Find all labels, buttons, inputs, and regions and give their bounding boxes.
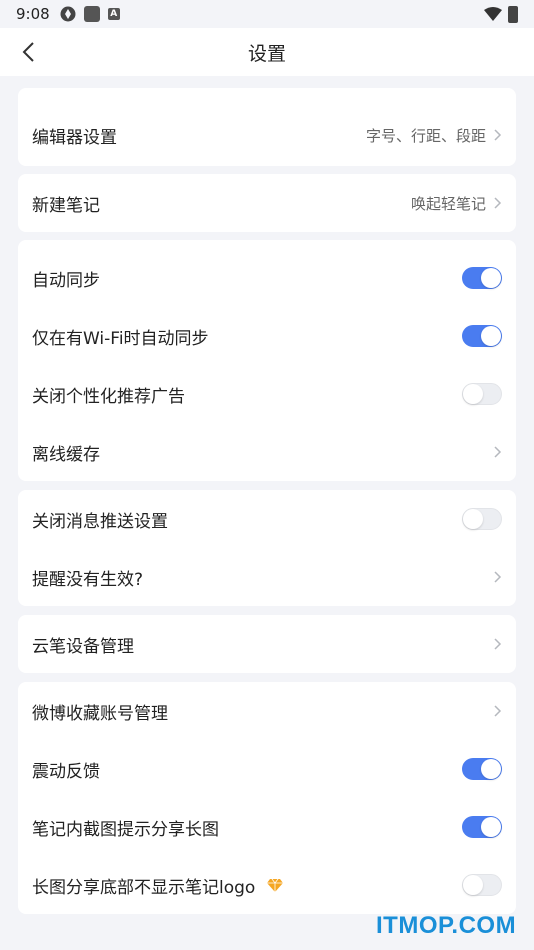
editor-settings-row[interactable]: 编辑器设置 字号、行距、段距	[18, 106, 516, 164]
ads-toggle[interactable]	[462, 383, 502, 405]
chevron-right-icon	[494, 571, 502, 583]
toggle-knob	[481, 326, 501, 346]
push-label: 关闭消息推送设置	[32, 511, 168, 532]
chevron-right-icon	[494, 446, 502, 458]
card-editor: 编辑器设置 字号、行距、段距	[18, 88, 516, 166]
toggle-knob	[481, 759, 501, 779]
reminder-row[interactable]: 提醒没有生效?	[18, 548, 516, 606]
push-toggle[interactable]	[462, 508, 502, 530]
offline-cache-label: 离线缓存	[32, 444, 100, 465]
reminder-label: 提醒没有生效?	[32, 569, 144, 590]
toggle-knob	[463, 384, 483, 404]
vibration-row: 震动反馈	[18, 740, 516, 798]
screenshot-row: 笔记内截图提示分享长图	[18, 798, 516, 856]
wifi-sync-toggle[interactable]	[462, 325, 502, 347]
logo-toggle[interactable]	[462, 874, 502, 896]
weibo-label: 微博收藏账号管理	[32, 703, 168, 724]
card-misc: 微博收藏账号管理 震动反馈 笔记内截图提示分享长图 长图分享底部不显示笔记log…	[18, 682, 516, 914]
card-sync: 自动同步 仅在有Wi-Fi时自动同步 关闭个性化推荐广告 离线缓存	[18, 240, 516, 481]
wifi-sync-row: 仅在有Wi-Fi时自动同步	[18, 307, 516, 365]
ads-row: 关闭个性化推荐广告	[18, 365, 516, 423]
screenshot-label: 笔记内截图提示分享长图	[32, 819, 219, 840]
device-row[interactable]: 云笔设备管理	[18, 615, 516, 673]
new-note-label: 新建笔记	[32, 195, 100, 216]
auto-sync-toggle[interactable]	[462, 267, 502, 289]
card-new-note: 新建笔记 唤起轻笔记	[18, 174, 516, 232]
screenshot-toggle[interactable]	[462, 816, 502, 838]
back-button[interactable]	[14, 38, 42, 66]
app-status-icon	[60, 6, 76, 22]
card-device: 云笔设备管理	[18, 615, 516, 673]
toggle-knob	[481, 817, 501, 837]
new-note-value: 唤起轻笔记	[410, 194, 486, 213]
auto-sync-label: 自动同步	[32, 270, 100, 291]
notification-a-icon: A	[107, 8, 120, 20]
device-label: 云笔设备管理	[32, 636, 134, 657]
editor-settings-label: 编辑器设置	[32, 127, 117, 148]
logo-row: 长图分享底部不显示笔记logo	[18, 856, 516, 914]
vibration-label: 震动反馈	[32, 761, 100, 782]
battery-icon	[508, 5, 518, 23]
status-bar: 9:08 A	[0, 0, 534, 28]
auto-sync-row: 自动同步	[18, 249, 516, 307]
chevron-right-icon	[494, 705, 502, 717]
weibo-row[interactable]: 微博收藏账号管理	[18, 682, 516, 740]
wifi-sync-label: 仅在有Wi-Fi时自动同步	[32, 328, 209, 349]
push-row: 关闭消息推送设置	[18, 490, 516, 548]
editor-settings-value: 字号、行距、段距	[365, 126, 486, 145]
top-app-bar: 设置	[0, 28, 534, 76]
logo-label: 长图分享底部不显示笔记logo	[32, 877, 256, 898]
toggle-knob	[463, 509, 483, 529]
toggle-knob	[481, 268, 501, 288]
chevron-right-icon	[494, 129, 502, 141]
toggle-knob	[463, 875, 483, 895]
ads-label: 关闭个性化推荐广告	[32, 386, 185, 407]
chevron-right-icon	[494, 197, 502, 209]
status-time: 9:08	[16, 5, 50, 23]
back-arrow-icon	[22, 42, 34, 62]
status-right	[484, 5, 518, 23]
premium-gem-icon	[267, 878, 284, 892]
notification-square-icon	[83, 6, 100, 22]
card-notify: 关闭消息推送设置 提醒没有生效?	[18, 490, 516, 606]
chevron-right-icon	[494, 638, 502, 650]
offline-cache-row[interactable]: 离线缓存	[18, 423, 516, 481]
watermark: ITMOP.COM	[376, 912, 517, 939]
wifi-icon	[484, 7, 502, 21]
vibration-toggle[interactable]	[462, 758, 502, 780]
new-note-row[interactable]: 新建笔记 唤起轻笔记	[18, 174, 516, 232]
page-title: 设置	[247, 42, 286, 65]
